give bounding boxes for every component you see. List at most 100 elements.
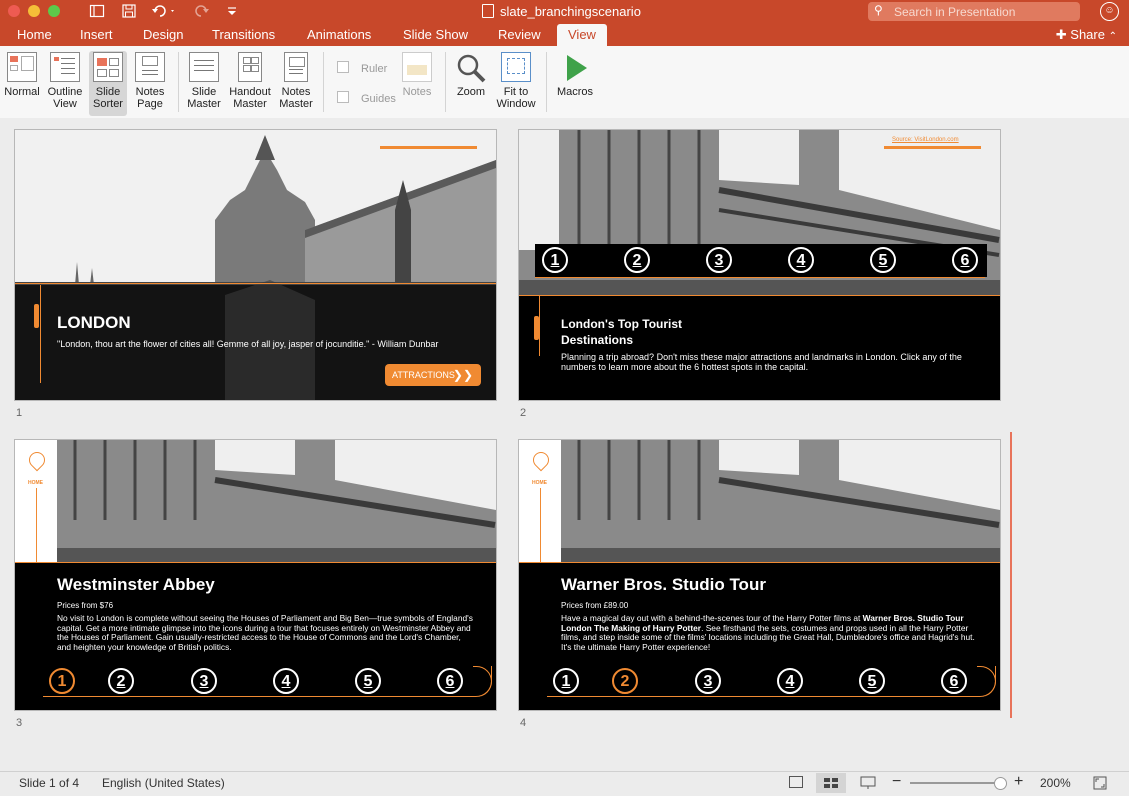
handout-master-icon (238, 52, 262, 82)
macros-button[interactable]: Macros (554, 52, 596, 98)
zoom-level[interactable]: 200% (1040, 776, 1071, 790)
tab-insert[interactable]: Insert (70, 24, 123, 46)
slide-number-4: 4 (520, 717, 527, 729)
sidebar-toggle-icon[interactable] (89, 3, 105, 21)
slide-sorter-status-button[interactable] (816, 773, 846, 793)
slide-thumbnail-4[interactable]: HOME Warner Bros. Studio Tour Prices fro… (518, 439, 1001, 711)
tab-view[interactable]: View (557, 24, 607, 46)
zoom-window-button[interactable] (48, 5, 60, 17)
title-accent-marker (34, 304, 39, 328)
number-button-5[interactable]: 5 (870, 247, 896, 273)
fit-to-window-label-2: Window (496, 98, 536, 110)
notes-toggle-button[interactable]: Notes (398, 52, 436, 98)
zoom-button[interactable]: Zoom (453, 52, 489, 98)
slide-master-button[interactable]: Slide Master (185, 52, 223, 110)
reading-view-icon[interactable] (860, 776, 876, 793)
number-button-5[interactable]: 5 (859, 668, 885, 694)
tab-review[interactable]: Review (488, 24, 551, 46)
fit-to-window-button[interactable]: Fit to Window (494, 52, 538, 110)
number-label: 5 (363, 673, 373, 690)
number-button-6[interactable]: 6 (952, 247, 978, 273)
minimize-window-button[interactable] (28, 5, 40, 17)
handout-master-label-2: Master (233, 98, 267, 110)
number-button-2[interactable]: 2 (624, 247, 650, 273)
search-input[interactable]: ⚲ Search in Presentation (868, 2, 1080, 21)
customize-toolbar-icon[interactable] (226, 3, 238, 21)
slide-thumbnail-3[interactable]: HOME Westminster Abbey Prices from $76 N… (14, 439, 497, 711)
notes-page-button[interactable]: Notes Page (132, 52, 168, 110)
source-link[interactable]: Source: VisitLondon.com (892, 137, 959, 143)
title-bar: slate_branchingscenario ⚲ Search in Pres… (0, 0, 1129, 24)
slide-sorter-button[interactable]: Slide Sorter (89, 51, 127, 116)
number-label: 6 (949, 673, 959, 690)
number-button-3[interactable]: 3 (706, 247, 732, 273)
search-placeholder: Search in Presentation (894, 5, 1016, 19)
london-cathedral-photo (15, 130, 496, 400)
tab-transitions[interactable]: Transitions (202, 24, 285, 46)
ribbon-separator (323, 52, 324, 112)
number-button-6[interactable]: 6 (437, 668, 463, 694)
undo-icon[interactable] (151, 3, 177, 21)
slide-sorter-label-2: Sorter (93, 98, 123, 110)
redo-icon[interactable] (194, 3, 210, 21)
tab-slide-show[interactable]: Slide Show (393, 24, 478, 46)
number-button-5[interactable]: 5 (355, 668, 381, 694)
ruler-label: Ruler (361, 63, 388, 75)
number-label: 2 (620, 673, 630, 690)
zoom-slider-knob[interactable] (994, 777, 1007, 790)
number-button-4[interactable]: 4 (777, 668, 803, 694)
document-title-text: slate_branchingscenario (500, 4, 641, 19)
handout-master-label-1: Handout (229, 86, 271, 98)
number-label: 6 (960, 252, 970, 269)
slide-thumbnail-1[interactable]: LONDON "London, thou art the flower of c… (14, 129, 497, 401)
tab-home[interactable]: Home (7, 24, 62, 46)
attractions-button[interactable]: ATTRACTIONS ❯❯ (385, 364, 481, 386)
number-button-1[interactable]: 1 (553, 668, 579, 694)
normal-view-status-icon[interactable] (789, 776, 803, 788)
orange-divider-line (519, 295, 1000, 296)
insertion-cursor (1010, 432, 1012, 718)
play-icon (554, 52, 596, 86)
outline-label-2: View (53, 98, 77, 110)
language-indicator[interactable]: English (United States) (102, 776, 225, 790)
add-person-icon: ✚ (1055, 27, 1067, 42)
number-button-3[interactable]: 3 (191, 668, 217, 694)
zoom-out-icon[interactable]: − (892, 773, 901, 791)
number-label: 3 (714, 252, 724, 269)
number-button-6[interactable]: 6 (941, 668, 967, 694)
number-button-3[interactable]: 3 (695, 668, 721, 694)
notes-master-label-2: Master (279, 98, 313, 110)
tab-animations[interactable]: Animations (297, 24, 381, 46)
vertical-accent-line (36, 488, 37, 562)
guides-checkbox[interactable]: Guides (337, 91, 396, 105)
slide-price: Prices from $76 (57, 601, 114, 610)
number-label: 4 (785, 673, 795, 690)
number-button-4[interactable]: 4 (788, 247, 814, 273)
outline-view-button[interactable]: Outline View (47, 52, 83, 110)
close-window-button[interactable] (8, 5, 20, 17)
share-button[interactable]: ✚ Share ⌃ (1056, 24, 1117, 48)
zoom-slider[interactable] (910, 777, 1007, 790)
number-button-4[interactable]: 4 (273, 668, 299, 694)
number-button-1[interactable]: 1 (542, 247, 568, 273)
normal-view-button[interactable]: Normal (4, 52, 40, 98)
handout-master-button[interactable]: Handout Master (227, 52, 273, 110)
number-button-1[interactable]: 1 (49, 668, 75, 694)
notes-master-button[interactable]: Notes Master (277, 52, 315, 110)
number-button-2[interactable]: 2 (612, 668, 638, 694)
save-icon[interactable] (121, 3, 137, 21)
slide-number-3: 3 (16, 717, 23, 729)
slide-thumbnail-2[interactable]: Source: VisitLondon.com 1 2 3 4 5 6 Lond… (518, 129, 1001, 401)
outline-label-1: Outline (47, 86, 83, 98)
ribbon-tabs: Home Insert Design Transitions Animation… (0, 24, 1129, 46)
number-button-2[interactable]: 2 (108, 668, 134, 694)
tab-design[interactable]: Design (133, 24, 193, 46)
zoom-in-icon[interactable]: + (1014, 773, 1023, 791)
ruler-checkbox[interactable]: Ruler (337, 61, 387, 75)
fit-slide-icon[interactable] (1093, 776, 1107, 793)
feedback-smiley-icon[interactable]: ☺ (1100, 2, 1119, 21)
attractions-label: ATTRACTIONS (392, 370, 455, 380)
slide-title: Westminster Abbey (57, 575, 215, 594)
slide-title: LONDON (57, 313, 131, 332)
number-label: 3 (199, 673, 209, 690)
